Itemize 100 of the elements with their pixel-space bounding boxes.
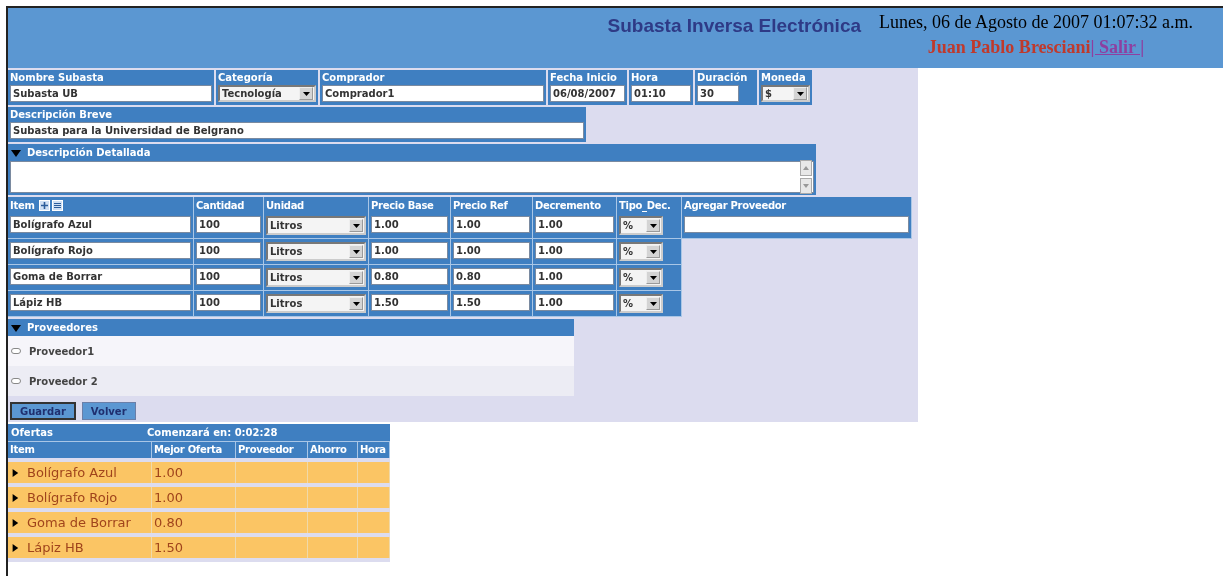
text-field[interactable]: 1.00 [535,216,614,233]
field-label: Nombre Subasta [10,71,105,84]
field-label: Hora [631,71,659,84]
supplier-row[interactable]: Proveedor1 [8,336,574,366]
field-label: Fecha Inicio [550,71,618,84]
user-name: Juan Pablo Bresciani [927,37,1091,57]
text-field[interactable]: Subasta UB [10,85,212,102]
field-label: Duración [697,71,749,84]
column-header: Hora [358,441,390,458]
caret-icon [649,301,657,306]
table-cell [236,487,308,508]
table-cell [358,487,390,508]
text-field[interactable]: Bolígrafo Azul [10,216,191,233]
text-field[interactable]: 1.00 [371,216,448,233]
column-header: Cantidad [196,199,245,211]
column-header: Decremento [535,199,601,211]
text-field[interactable]: 1.00 [535,268,614,285]
text-field[interactable]: 100 [196,268,261,285]
text-field[interactable]: 1.00 [535,242,614,259]
text-field[interactable]: 30 [697,85,739,102]
form-button[interactable]: Volver [81,402,136,420]
text-field[interactable]: 100 [196,294,261,311]
text-field[interactable]: 1.50 [453,294,530,311]
section-header[interactable]: Proveedores [8,319,574,336]
select-field[interactable]: $ [761,85,810,102]
text-field[interactable]: 1.00 [371,242,448,259]
select-field[interactable]: Litros [266,216,366,235]
column-header: Item [8,441,152,458]
column-header: Mejor Oferta [152,441,236,458]
text-field[interactable]: Subasta para la Universidad de Belgrano [10,122,584,139]
field-label: Moneda [761,71,807,84]
table-cell: 1.50 [152,537,236,558]
table-cell [236,512,308,533]
dropdown-button[interactable] [349,245,363,258]
table-cell [308,462,358,483]
app-title: Subasta Inversa Electrónica [607,14,861,38]
caret-icon [352,249,360,254]
table-cell [308,512,358,533]
text-field[interactable]: Bolígrafo Rojo [10,242,191,259]
text-area[interactable] [10,161,814,193]
dropdown-button[interactable] [793,87,807,100]
select-field[interactable]: Tecnología [218,85,316,102]
dropdown-button[interactable] [646,245,660,258]
add-icon [38,199,50,211]
dropdown-button[interactable] [299,87,313,100]
caret-icon [302,91,310,96]
text-field[interactable]: 1.00 [453,242,530,259]
column-header: Item [10,199,35,211]
column-header: Unidad [266,199,304,211]
supplier-name: Proveedor 2 [29,375,98,387]
text-field[interactable]: 100 [196,216,261,233]
pill-icon [11,378,21,384]
date-time: Lunes, 06 de Agosto de 2007 01:07:32 a.m. [879,12,1193,33]
field-label: Categoría [218,71,274,84]
select-field[interactable]: % [619,216,663,235]
table-cell: 1.00 [152,462,236,483]
text-field[interactable] [684,216,909,233]
field-label: Comprador [322,71,386,84]
table-cell-text: Bolígrafo Rojo [27,489,118,507]
caret-icon [796,91,804,96]
text-field[interactable]: 0.80 [371,268,448,285]
dropdown-button[interactable] [646,297,660,310]
text-field[interactable]: 0.80 [453,268,530,285]
table-cell [236,537,308,558]
text-field[interactable]: 1.00 [453,216,530,233]
text-field[interactable]: Goma de Borrar [10,268,191,285]
select-field[interactable]: Litros [266,294,366,313]
select-field[interactable]: % [619,242,663,261]
dropdown-button[interactable] [349,271,363,284]
select-field[interactable]: Litros [266,242,366,261]
select-field[interactable]: % [619,268,663,287]
text-field[interactable]: 100 [196,242,261,259]
caret-icon [649,275,657,280]
table-cell: 0.80 [152,512,236,533]
text-field[interactable]: Lápiz HB [10,294,191,311]
table-cell [358,537,390,558]
supplier-name: Proveedor1 [29,345,95,357]
text-field[interactable]: Comprador1 [322,85,544,102]
table-cell [358,462,390,483]
text-field[interactable]: 01:10 [631,85,691,102]
dropdown-button[interactable] [646,271,660,284]
dropdown-button[interactable] [349,219,363,232]
text-field[interactable]: 06/08/2007 [550,85,625,102]
form-button[interactable]: Guardar [10,402,76,420]
caret-icon [352,275,360,280]
pill-icon [11,348,21,354]
dropdown-button[interactable] [349,297,363,310]
caret-icon [649,249,657,254]
table-cell: 1.00 [152,487,236,508]
text-field[interactable]: 1.00 [535,294,614,311]
list-icon [51,199,63,211]
countdown-text: Comenzará en: 0:02:28 [147,427,278,438]
caret-icon [649,223,657,228]
select-field[interactable]: % [619,294,663,313]
table-cell [308,487,358,508]
text-field[interactable]: 1.50 [371,294,448,311]
section-title: Descripción Detallada [27,147,151,158]
supplier-row[interactable]: Proveedor 2 [8,366,574,396]
dropdown-button[interactable] [646,219,660,232]
select-field[interactable]: Litros [266,268,366,287]
